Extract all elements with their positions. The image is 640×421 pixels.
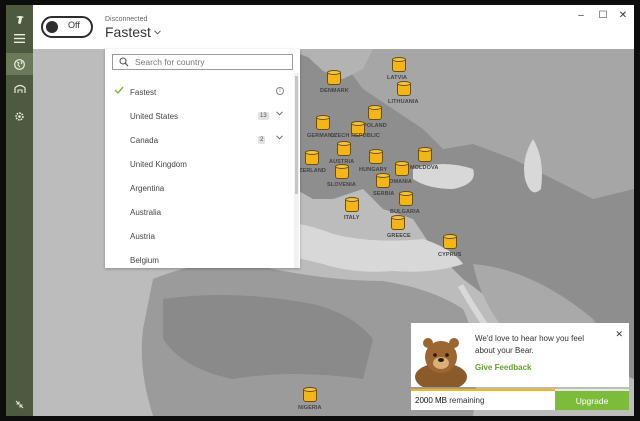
country-item-fastest[interactable]: Fastest i [105,81,293,103]
map-pin[interactable] [395,161,409,177]
map-pin[interactable] [397,81,411,97]
map-pin[interactable] [305,150,319,166]
server-count-badge: 13 [258,112,269,120]
map-pin[interactable] [376,173,390,189]
settings-icon[interactable] [6,105,33,127]
country-name: United States [130,111,179,121]
country-item-canada[interactable]: Canada 2 [105,129,293,151]
feedback-message: We'd love to hear how you feel about you… [475,334,584,355]
map-label: LITHUANIA [388,99,419,105]
connection-toggle[interactable]: Off [41,16,93,38]
map-pin[interactable] [443,234,457,250]
globe-icon[interactable] [6,53,33,75]
map-label: DENMARK [320,88,349,94]
toggle-label: Off [68,20,80,30]
country-name: Australia [130,207,162,217]
map-label: MOLDOVA [410,165,439,171]
upgrade-button[interactable]: Upgrade [555,391,629,410]
header-bar: Off Disconnected Fastest – ☐ ✕ [33,5,634,49]
map-pin[interactable] [391,215,405,231]
country-name: Fastest [130,87,157,97]
map-label: SLOVENIA [327,182,356,188]
map-pin[interactable] [303,387,317,403]
chevron-down-icon[interactable] [276,135,283,140]
server-count-badge: 2 [258,136,266,144]
map-pin[interactable] [418,147,432,163]
country-selector[interactable]: Fastest [105,24,161,40]
map-pin[interactable] [369,149,383,165]
search-input[interactable] [135,56,285,68]
map-pin[interactable] [345,197,359,213]
close-button[interactable]: ✕ [616,8,630,22]
minimize-button[interactable]: – [574,8,588,22]
info-icon[interactable]: i [276,87,284,95]
maximize-button[interactable]: ☐ [596,8,610,22]
sidebar [6,5,33,416]
search-icon [119,57,129,67]
data-suffix: remaining [449,396,485,405]
app-window: Off Disconnected Fastest – ☐ ✕ LATVIA DE… [6,5,634,416]
map-pin[interactable] [337,141,351,157]
country-name: Austria [130,231,155,241]
tunnel-icon[interactable] [6,78,33,100]
country-name: Belgium [130,255,159,265]
country-name: Canada [130,135,159,145]
list-scrollbar[interactable] [294,73,299,268]
country-item-argentina[interactable]: Argentina [105,177,293,199]
map-label: ITALY [344,215,360,221]
country-item-austria[interactable]: Austria [105,225,293,247]
chevron-down-icon[interactable] [276,111,283,116]
country-name: Argentina [130,183,165,193]
data-remaining-text: 2000 MB remaining [415,396,484,405]
country-list-panel: Fastest i United States 13 Canada 2 Unit… [105,49,300,268]
map-label: CZECH REPUBLIC [330,133,380,139]
country-item-belgium[interactable]: Belgium [105,249,293,271]
map-pin[interactable] [316,115,330,131]
data-amount: 2000 MB [415,396,448,405]
map-label: POLAND [363,123,387,129]
country-search[interactable] [112,54,293,70]
data-progress-fill [411,389,555,391]
feedback-card: We'd love to hear how you feel about you… [411,323,629,387]
selected-country-label: Fastest [105,24,151,40]
country-item-united-kingdom[interactable]: United Kingdom [105,153,293,175]
menu-icon[interactable] [6,27,33,49]
map-label: ZERLAND [299,168,326,174]
map-label: NIGERIA [298,405,322,411]
map-pin[interactable] [392,57,406,73]
scrollbar-thumb[interactable] [295,76,298,194]
map-label: GREECE [387,233,411,239]
feedback-close-icon[interactable]: ✕ [615,329,623,340]
map-pin[interactable] [335,164,349,180]
map-pin[interactable] [368,105,382,121]
country-name: United Kingdom [130,159,187,169]
map-pin[interactable] [327,70,341,86]
country-item-australia[interactable]: Australia [105,201,293,223]
checkmark-icon [114,86,124,94]
shrink-icon[interactable] [6,393,33,415]
chevron-down-icon [154,29,161,35]
data-remaining-bar: 2000 MB remaining Upgrade [411,389,629,410]
toggle-knob [46,21,58,33]
connection-status: Disconnected [105,16,148,23]
give-feedback-link[interactable]: Give Feedback [475,363,531,372]
map-label: CYPRUS [438,252,462,258]
bear-icon [415,338,467,387]
map-label: SERBIA [373,191,395,197]
country-item-united-states[interactable]: United States 13 [105,105,293,127]
map-pin[interactable] [399,191,413,207]
